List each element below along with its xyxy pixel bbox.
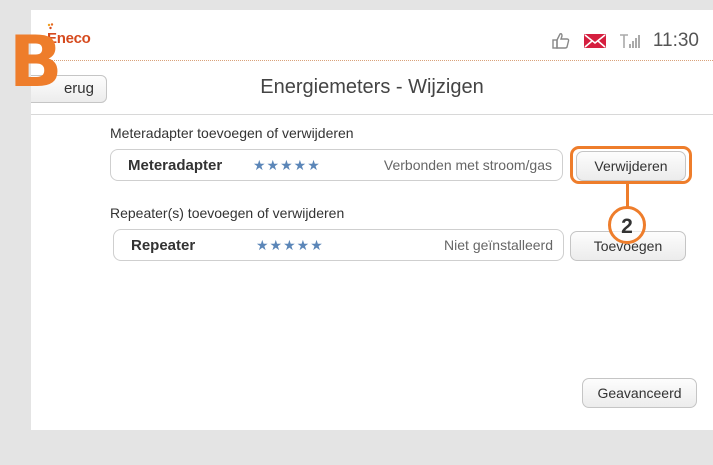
meteradapter-name: Meteradapter: [128, 157, 223, 174]
meteradapter-section-label: Meteradapter toevoegen of verwijderen: [110, 125, 354, 141]
advanced-button[interactable]: Geavanceerd: [582, 378, 697, 408]
meteradapter-signal-stars: ★★★★★: [253, 157, 321, 173]
repeater-signal-stars: ★★★★★: [256, 237, 324, 253]
clock: 11:30: [652, 30, 699, 51]
status-divider: [31, 60, 713, 61]
title-bar: erug Energiemeters - Wijzigen: [31, 64, 713, 115]
signal-icon: [619, 34, 640, 48]
callout-line: [626, 184, 629, 208]
meteradapter-row: Meteradapter ★★★★★ Verbonden met stroom/…: [110, 149, 563, 181]
status-icons: 11:30: [551, 30, 699, 52]
thumbs-up-icon: [552, 33, 570, 49]
repeater-name: Repeater: [131, 237, 196, 254]
mail-icon: [583, 34, 606, 48]
device-screen: Eneco 11:30 erug Energiemeters - Wijzige: [31, 10, 713, 430]
step-letter-badge: B: [9, 21, 63, 103]
repeater-section-label: Repeater(s) toevoegen of verwijderen: [110, 205, 345, 221]
repeater-status: Niet geïnstalleerd: [444, 237, 553, 253]
meteradapter-status: Verbonden met stroom/gas: [383, 157, 552, 173]
repeater-row: Repeater ★★★★★ Niet geïnstalleerd: [113, 229, 564, 261]
status-bar: Eneco 11:30: [31, 10, 713, 64]
step-number-badge: 2: [608, 206, 646, 244]
page-title: Energiemeters - Wijzigen: [260, 76, 484, 98]
highlight-frame: [570, 146, 692, 184]
